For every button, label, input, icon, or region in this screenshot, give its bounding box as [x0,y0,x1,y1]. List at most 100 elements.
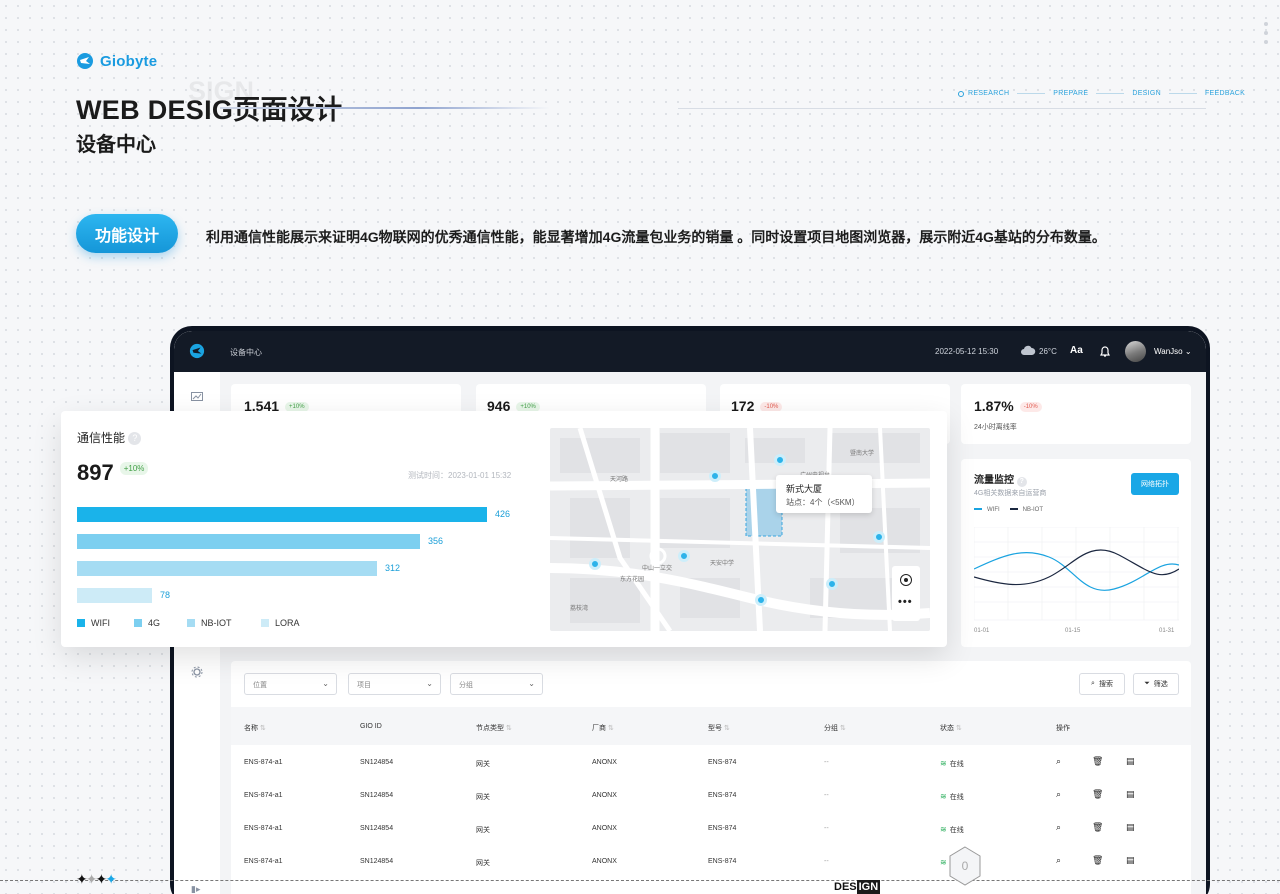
cell-model: ENS-874 [708,825,737,832]
table-row[interactable]: ENS-874-a1SN124854网关ANONXENS-874-- ≋在线 ⌕… [231,745,1191,778]
station-map[interactable]: 天河路 中山一立交 东方花园 广州电视台 天安中学 暨南大学 荔枝湾 新式大厦 … [550,428,930,631]
vertical-dots [1264,22,1268,49]
table-row[interactable]: ENS-874-a1SN124854网关ANONXENS-874-- ≋在线 ⌕… [231,844,1191,877]
app-topbar: 设备中心 2022-05-12 15:30 26°C Aa WanJso ⌄ [174,331,1206,372]
font-size-button[interactable]: Aa [1070,345,1083,356]
cell-vendor: ANONX [592,792,617,799]
group-select[interactable]: 分组 ⌄ [450,673,543,695]
title-line [220,107,550,109]
cell-type: 网关 [476,860,490,867]
help-icon[interactable]: ? [128,432,142,446]
temperature: 26°C [1039,347,1057,356]
settings-icon[interactable] [191,666,203,678]
table-row[interactable]: ENS-874-a1SN124854网关ANONXENS-874-- ≋在线 ⌕… [231,778,1191,811]
cloud-icon [1021,345,1036,355]
comm-title: 通信性能 [77,431,126,445]
locate-icon[interactable] [900,574,912,586]
cell-status: ≋在线 [940,792,964,801]
chevron-down-icon: ⌄ [1184,347,1192,356]
delete-icon[interactable]: 🗑 [1092,822,1103,833]
wifi-icon: ≋ [940,825,947,834]
chevron-down-icon: ⌄ [322,679,329,688]
view-icon[interactable]: ⌕ [1056,855,1061,866]
table-header: 名称 ⇅ GIO ID 节点类型 ⇅ 厂商 ⇅ 型号 ⇅ 分组 ⇅ 状态 ⇅ 操… [231,707,1191,745]
cell-type: 网关 [476,794,490,801]
cell-gio-id: SN124854 [360,759,394,766]
user-name: WanJso [1154,347,1183,356]
brand-logo: Giobyte [76,52,157,70]
cell-name: ENS-874-a1 [244,792,283,799]
search-button[interactable]: ⌕ 搜索 [1079,673,1125,695]
cell-name: ENS-874-a1 [244,759,283,766]
cell-type: 网关 [476,761,490,768]
filter-button[interactable]: ⏷ 筛选 [1133,673,1179,695]
cell-model: ENS-874 [708,858,737,865]
step-research: RESEARCH [968,90,1010,97]
map-popup: 新式大厦 站点：4个（<5KM） [776,475,872,513]
process-steps: RESEARCH PREPARE DESIGN FEEDBACK [958,90,1245,97]
view-icon[interactable]: ⌕ [1056,789,1061,800]
delete-icon[interactable]: 🗑 [1092,855,1103,866]
col-node-type[interactable]: 节点类型 ⇅ [476,723,512,733]
view-icon[interactable]: ⌕ [1056,756,1061,767]
station-marker [826,578,838,590]
edit-icon[interactable]: ▤ [1126,855,1135,866]
view-icon[interactable]: ⌕ [1056,822,1061,833]
bar-4g [77,534,420,549]
chart-line-icon[interactable] [191,392,203,401]
table-row[interactable]: ENS-874-a1SN124854网关ANONXENS-874-- ≋在线 ⌕… [231,811,1191,844]
col-vendor[interactable]: 厂商 ⇅ [592,723,614,733]
cell-group: -- [824,825,829,832]
x-tick: 01-31 [1159,628,1175,634]
col-group[interactable]: 分组 ⇅ [824,723,846,733]
cell-gio-id: SN124854 [360,858,394,865]
bar-value-label: 356 [428,536,444,546]
station-marker [873,531,885,543]
col-name[interactable]: 名称 ⇅ [244,723,266,733]
x-tick: 01-01 [974,628,990,634]
traffic-title: 流量监控 [974,475,1014,486]
diamond-icons: ✦✦✦✦ [76,871,117,887]
svg-text:0: 0 [962,859,969,873]
filter-icon: ⏷ [1144,680,1150,687]
stat-badge: -10% [1019,401,1042,412]
col-model[interactable]: 型号 ⇅ [708,723,730,733]
cell-name: ENS-874-a1 [244,825,283,832]
sort-icon: ⇅ [723,725,730,732]
station-marker [709,470,721,482]
chevron-down-icon: ⌄ [528,679,535,688]
datetime: 2022-05-12 15:30 [935,347,999,356]
step-prepare: PREPARE [1053,90,1089,97]
hexagon-icon: 0 [949,846,981,886]
sort-icon: ⇅ [259,725,266,732]
legend-nbiot: NB-IOT [1009,507,1043,513]
wifi-icon: ≋ [940,792,947,801]
delete-icon[interactable]: 🗑 [1092,756,1103,767]
more-icon[interactable]: ••• [898,596,913,608]
project-select[interactable]: 项目 ⌄ [348,673,441,695]
search-icon: ⌕ [1091,680,1095,687]
avatar[interactable] [1125,341,1146,362]
user-menu[interactable]: WanJso ⌄ [1154,347,1192,356]
location-select[interactable]: 位置 ⌄ [244,673,337,695]
bell-icon[interactable] [1100,346,1110,357]
popup-subtitle: 站点：4个（<5KM） [786,498,860,507]
sidebar-expand-icon[interactable]: ▮▸ [191,884,200,894]
cell-model: ENS-874 [708,792,737,799]
network-topology-button[interactable]: 网络拓扑 [1131,473,1179,495]
station-marker [774,454,786,466]
wifi-icon: ≋ [940,759,947,768]
legend-wifi: WIFI [77,618,110,628]
delete-icon[interactable]: 🗑 [1092,789,1103,800]
col-actions: 操作 [1056,725,1070,732]
edit-icon[interactable]: ▤ [1126,789,1135,800]
feature-description: 利用通信性能展示来证明4G物联网的优秀通信性能，能显著增加4G流量包业务的销量 … [206,229,1106,245]
help-icon[interactable]: ? [1016,477,1027,487]
edit-icon[interactable]: ▤ [1126,756,1135,767]
station-marker [755,594,767,606]
col-status[interactable]: 状态 ⇅ [940,723,962,733]
edit-icon[interactable]: ▤ [1126,822,1135,833]
app-title: 设备中心 [230,348,262,357]
wifi-icon: ≋ [940,858,947,867]
app-logo-icon [189,343,205,359]
